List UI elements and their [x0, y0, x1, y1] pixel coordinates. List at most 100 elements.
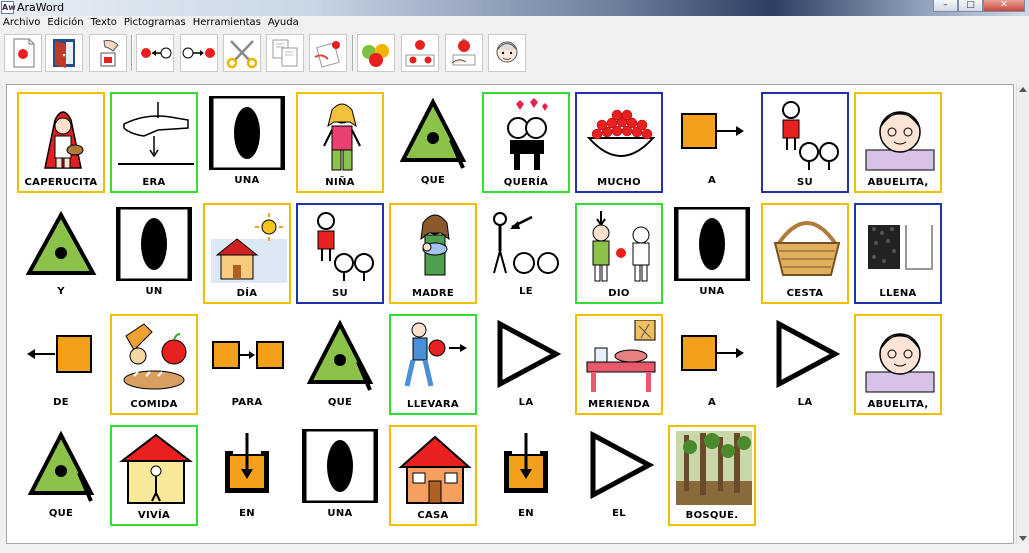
close-button[interactable]: ✕: [983, 0, 1025, 12]
pictogram-label: UNA: [327, 508, 353, 519]
scroll-up-arrow[interactable]: [1019, 87, 1027, 92]
pictogram-right-button[interactable]: [180, 34, 218, 72]
menu-herramientas[interactable]: Herramientas: [190, 16, 265, 31]
pictogram-card[interactable]: UNA: [296, 425, 384, 526]
pictogram-label: DÍA: [236, 288, 258, 299]
open-door-icon: [53, 39, 75, 68]
pictogram-label: Y: [57, 286, 65, 297]
pictogram-label: MADRE: [411, 288, 455, 299]
scroll-down-arrow[interactable]: [1019, 536, 1027, 541]
menu-texto[interactable]: Texto: [88, 16, 121, 31]
outline-triangle-icon: [776, 319, 841, 389]
title-bar: Aw AraWord – □ ✕: [0, 0, 1029, 16]
pictogram-card[interactable]: QUE: [389, 92, 477, 193]
carry-ball-icon: [404, 322, 467, 387]
menu-edicion[interactable]: Edición: [44, 16, 87, 31]
little-red-riding-hood-icon: [44, 111, 84, 169]
pictogram-card[interactable]: SU: [761, 92, 849, 193]
pictogram-card[interactable]: MADRE: [389, 203, 477, 304]
black-oval-frame-icon: [116, 207, 192, 281]
square-arrow-right-icon: [681, 335, 744, 371]
pictogram-card[interactable]: LE: [482, 203, 570, 304]
cut-button[interactable]: [223, 34, 261, 72]
pictogram-card[interactable]: LLEVARA: [389, 314, 477, 415]
pictogram-card[interactable]: EN: [203, 425, 291, 526]
pictogram-card[interactable]: EN: [482, 425, 570, 526]
pictogram-card[interactable]: QUE: [296, 314, 384, 415]
vertical-scrollbar[interactable]: [1016, 84, 1029, 544]
document-page[interactable]: CAPERUCITA ERA UNA NIÑA QUE QUERÍA MUCHO A SU ABU…: [6, 84, 1014, 544]
pictogram-card[interactable]: LA: [482, 314, 570, 415]
pictogram-card[interactable]: PARA: [203, 314, 291, 415]
pictogram-right-icon: [182, 47, 215, 59]
green-triangle-dot-icon: [306, 319, 374, 391]
face-settings-button[interactable]: [488, 34, 526, 72]
paste-button[interactable]: [309, 34, 347, 72]
basket-icon: [773, 221, 841, 276]
bowl-of-berries-icon: [586, 109, 656, 157]
menu-pictogramas[interactable]: Pictogramas: [121, 16, 190, 31]
pictogram-card[interactable]: NIÑA: [296, 92, 384, 193]
pictogram-label: VIVÍA: [137, 510, 171, 521]
pictogram-card[interactable]: BOSQUE.: [668, 425, 756, 526]
pictogram-card[interactable]: CASA: [389, 425, 477, 526]
pictogram-left-button[interactable]: [136, 34, 174, 72]
black-oval-frame-icon: [302, 429, 378, 503]
menu-ayuda[interactable]: Ayuda: [265, 16, 303, 31]
maximize-button[interactable]: □: [958, 0, 983, 12]
save-document-button[interactable]: [89, 34, 127, 72]
toolbar: [0, 31, 1029, 78]
pictogram-card[interactable]: UN: [110, 203, 198, 304]
pictogram-label: LLEVARA: [407, 399, 459, 410]
pictogram-label: ABUELITA,: [867, 399, 929, 410]
scissors-icon: [226, 40, 258, 69]
pictogram-card[interactable]: QUERÍA: [482, 92, 570, 193]
pictogram-left-icon: [141, 47, 172, 59]
change-pictogram-button[interactable]: [357, 34, 395, 72]
pictogram-card[interactable]: QUE: [17, 425, 105, 526]
pictogram-card[interactable]: LA: [761, 314, 849, 415]
pictogram-card[interactable]: UNA: [203, 92, 291, 193]
pictogram-card[interactable]: COMIDA: [110, 314, 198, 415]
menu-archivo[interactable]: Archivo: [0, 16, 44, 31]
pictogram-card[interactable]: CAPERUCITA: [17, 92, 105, 193]
pictogram-card[interactable]: A: [668, 314, 756, 415]
outline-triangle-icon: [497, 319, 562, 389]
pictogram-label: UNA: [699, 286, 725, 297]
pictogram-card[interactable]: SU: [296, 203, 384, 304]
house-sun-icon: [211, 213, 287, 283]
pictogram-card[interactable]: ABUELITA,: [854, 92, 942, 193]
edit-pictogram-button[interactable]: [445, 34, 483, 72]
new-document-button[interactable]: [4, 34, 42, 72]
full-container-icon: [868, 225, 933, 270]
pictogram-label: QUE: [48, 508, 74, 519]
pictogram-card[interactable]: DÍA: [203, 203, 291, 304]
window-controls: – □ ✕: [933, 0, 1025, 13]
pictogram-label: EN: [239, 508, 255, 519]
pictogram-card[interactable]: DIO: [575, 203, 663, 304]
new-document-icon: [13, 38, 35, 68]
grandmother-icon: [865, 111, 935, 171]
pictogram-label: DIO: [608, 288, 630, 299]
pictogram-card[interactable]: EL: [575, 425, 663, 526]
pictogram-options-button[interactable]: [401, 34, 439, 72]
pictogram-card[interactable]: ABUELITA,: [854, 314, 942, 415]
editor-area: CAPERUCITA ERA UNA NIÑA QUE QUERÍA MUCHO A SU ABU…: [0, 77, 1029, 553]
window-title: AraWord: [17, 1, 65, 14]
copy-button[interactable]: [266, 34, 304, 72]
minimize-button[interactable]: –: [933, 0, 958, 12]
pictogram-label: ERA: [142, 177, 166, 188]
toolbar-separator: [131, 35, 133, 71]
pictogram-card[interactable]: ERA: [110, 92, 198, 193]
open-document-button[interactable]: [45, 34, 83, 72]
pictogram-card[interactable]: MERIENDA: [575, 314, 663, 415]
pictogram-card[interactable]: DE: [17, 314, 105, 415]
pictogram-card[interactable]: A: [668, 92, 756, 193]
pictogram-card[interactable]: MUCHO: [575, 92, 663, 193]
pictogram-card[interactable]: UNA: [668, 203, 756, 304]
pictogram-card[interactable]: CESTA: [761, 203, 849, 304]
pictogram-label: COMIDA: [130, 399, 178, 410]
pictogram-card[interactable]: LLENA: [854, 203, 942, 304]
pictogram-card[interactable]: Y: [17, 203, 105, 304]
pictogram-card[interactable]: VIVÍA: [110, 425, 198, 526]
